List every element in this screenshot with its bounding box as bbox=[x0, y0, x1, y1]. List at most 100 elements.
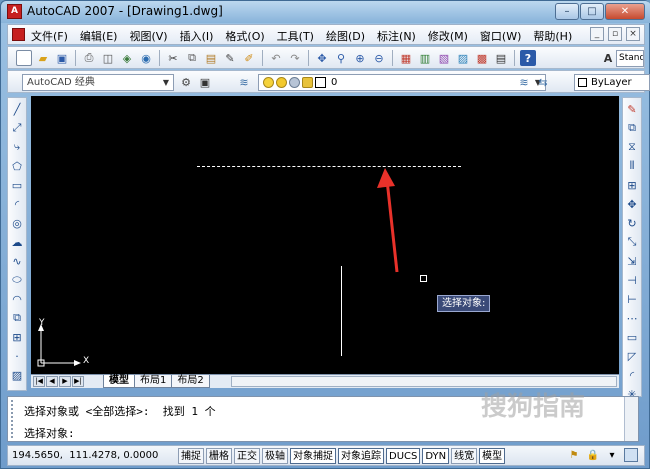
last-tab-button[interactable]: ▶| bbox=[72, 376, 84, 387]
design-center-icon[interactable]: ▥ bbox=[417, 50, 433, 66]
move-icon[interactable]: ✥ bbox=[624, 196, 640, 212]
text-style-combo[interactable]: Stand bbox=[616, 50, 644, 67]
paste-icon[interactable]: ▤ bbox=[203, 50, 219, 66]
layer-previous-icon[interactable]: ⇆ bbox=[535, 74, 551, 90]
menu-help[interactable]: 帮助(H) bbox=[533, 28, 572, 44]
cut-icon[interactable]: ✂ bbox=[165, 50, 181, 66]
menu-window[interactable]: 窗口(W) bbox=[480, 28, 521, 44]
make-current-layer-icon[interactable]: ≋ bbox=[516, 74, 532, 90]
autocad-app-icon[interactable]: A bbox=[7, 4, 22, 19]
close-button[interactable]: ✕ bbox=[605, 3, 645, 20]
workspace-combo[interactable]: AutoCAD 经典 ▼ bbox=[22, 74, 174, 91]
pan-icon[interactable]: ✥ bbox=[314, 50, 330, 66]
revision-cloud-icon[interactable]: ☁ bbox=[9, 234, 25, 250]
ducs-toggle[interactable]: DUCS bbox=[386, 448, 421, 464]
otrack-toggle[interactable]: 对象追踪 bbox=[338, 448, 384, 464]
save-workspace-icon[interactable]: ▣ bbox=[197, 74, 213, 90]
line-icon[interactable]: ╱ bbox=[9, 101, 25, 117]
model-toggle[interactable]: 模型 bbox=[479, 448, 506, 464]
tool-palettes-icon[interactable]: ▧ bbox=[436, 50, 452, 66]
tab-layout2[interactable]: 布局2 bbox=[171, 375, 210, 388]
undo-icon[interactable]: ↶ bbox=[268, 50, 284, 66]
polygon-icon[interactable]: ⬠ bbox=[9, 158, 25, 174]
break-icon[interactable]: ⋯ bbox=[624, 310, 640, 326]
menu-draw[interactable]: 绘图(D) bbox=[326, 28, 365, 44]
prev-tab-button[interactable]: ◀ bbox=[46, 376, 58, 387]
clean-screen-icon[interactable] bbox=[624, 448, 638, 462]
workspace-settings-icon[interactable]: ⚙ bbox=[178, 74, 194, 90]
chevron-down-icon[interactable]: ▼ bbox=[160, 76, 172, 89]
vertical-line[interactable] bbox=[341, 266, 342, 356]
join-icon[interactable]: ▭ bbox=[624, 329, 640, 345]
grid-toggle[interactable]: 栅格 bbox=[206, 448, 232, 464]
stretch-icon[interactable]: ⇲ bbox=[624, 253, 640, 269]
doc-minimize-button[interactable]: _ bbox=[590, 27, 604, 41]
minimize-button[interactable]: – bbox=[555, 3, 579, 20]
coordinate-display[interactable]: 194.5650, 111.4278, 0.0000 bbox=[12, 450, 158, 461]
title-bar[interactable]: A AutoCAD 2007 - [Drawing1.dwg] – □ ✕ bbox=[1, 1, 650, 23]
menu-modify[interactable]: 修改(M) bbox=[428, 28, 468, 44]
open-icon[interactable]: ▰ bbox=[35, 50, 51, 66]
menu-edit[interactable]: 编辑(E) bbox=[80, 28, 118, 44]
layer-on-icon[interactable] bbox=[263, 77, 274, 88]
plot-preview-icon[interactable]: ◫ bbox=[100, 50, 116, 66]
command-window-grip[interactable] bbox=[11, 400, 17, 438]
menu-tools[interactable]: 工具(T) bbox=[277, 28, 314, 44]
command-scrollbar[interactable] bbox=[624, 397, 638, 441]
spline-icon[interactable]: ∿ bbox=[9, 253, 25, 269]
polar-toggle[interactable]: 极轴 bbox=[262, 448, 288, 464]
maximize-button[interactable]: □ bbox=[580, 3, 604, 20]
point-icon[interactable]: · bbox=[9, 348, 25, 364]
osnap-toggle[interactable]: 对象捕捉 bbox=[290, 448, 336, 464]
trim-icon[interactable]: ⊣ bbox=[624, 272, 640, 288]
3d-dwf-icon[interactable]: ◉ bbox=[138, 50, 154, 66]
doc-restore-button[interactable]: ▫ bbox=[608, 27, 622, 41]
mirror-icon[interactable]: ⧖ bbox=[624, 139, 640, 155]
offset-icon[interactable]: ⫴ bbox=[624, 158, 640, 174]
zoom-window-icon[interactable]: ⊕ bbox=[352, 50, 368, 66]
erase-icon[interactable]: ✎ bbox=[624, 101, 640, 117]
lineweight-toggle[interactable]: 线宽 bbox=[451, 448, 478, 464]
quickcalc-icon[interactable]: ▤ bbox=[493, 50, 509, 66]
publish-icon[interactable]: ◈ bbox=[119, 50, 135, 66]
snap-toggle[interactable]: 捕捉 bbox=[178, 448, 204, 464]
copy-object-icon[interactable]: ⧉ bbox=[624, 120, 640, 136]
ellipse-icon[interactable]: ⬭ bbox=[9, 272, 25, 288]
layer-properties-icon[interactable]: ≋ bbox=[236, 74, 252, 90]
chamfer-icon[interactable]: ◸ bbox=[624, 348, 640, 364]
ortho-toggle[interactable]: 正交 bbox=[234, 448, 260, 464]
selected-line[interactable] bbox=[197, 166, 461, 167]
copy-icon[interactable]: ⧉ bbox=[184, 50, 200, 66]
array-icon[interactable]: ⊞ bbox=[624, 177, 640, 193]
command-prompt[interactable]: 选择对象: bbox=[24, 425, 75, 441]
menu-view[interactable]: 视图(V) bbox=[129, 28, 167, 44]
redo-icon[interactable]: ↷ bbox=[287, 50, 303, 66]
zoom-previous-icon[interactable]: ⊖ bbox=[371, 50, 387, 66]
layer-color-swatch[interactable] bbox=[315, 77, 326, 88]
save-icon[interactable]: ▣ bbox=[54, 50, 70, 66]
color-control-combo[interactable]: ByLayer bbox=[574, 74, 650, 91]
layer-freeze-icon[interactable] bbox=[276, 77, 287, 88]
block-editor-icon[interactable]: ✐ bbox=[241, 50, 257, 66]
scale-icon[interactable]: ⤡ bbox=[624, 234, 640, 250]
doc-close-button[interactable]: × bbox=[626, 27, 640, 41]
menu-insert[interactable]: 插入(I) bbox=[180, 28, 214, 44]
plot-icon[interactable]: ⎙ bbox=[81, 50, 97, 66]
layer-lock-icon[interactable] bbox=[302, 77, 313, 88]
ellipse-arc-icon[interactable]: ◠ bbox=[9, 291, 25, 307]
drawing-canvas[interactable]: 选择对象: Y X bbox=[31, 96, 619, 374]
rotate-icon[interactable]: ↻ bbox=[624, 215, 640, 231]
properties-icon[interactable]: ▦ bbox=[398, 50, 414, 66]
menu-format[interactable]: 格式(O) bbox=[225, 28, 264, 44]
hatch-icon[interactable]: ▨ bbox=[9, 367, 25, 383]
arc-icon[interactable]: ◜ bbox=[9, 196, 25, 212]
dyn-toggle[interactable]: DYN bbox=[422, 448, 450, 464]
help-icon[interactable]: ? bbox=[520, 50, 536, 66]
circle-icon[interactable]: ◎ bbox=[9, 215, 25, 231]
make-block-icon[interactable]: ⊞ bbox=[9, 329, 25, 345]
layer-combo[interactable]: 0 ▼ bbox=[258, 74, 546, 91]
new-icon[interactable] bbox=[16, 50, 32, 66]
first-tab-button[interactable]: |◀ bbox=[33, 376, 45, 387]
match-properties-icon[interactable]: ✎ bbox=[222, 50, 238, 66]
fillet-icon[interactable]: ◜ bbox=[624, 367, 640, 383]
